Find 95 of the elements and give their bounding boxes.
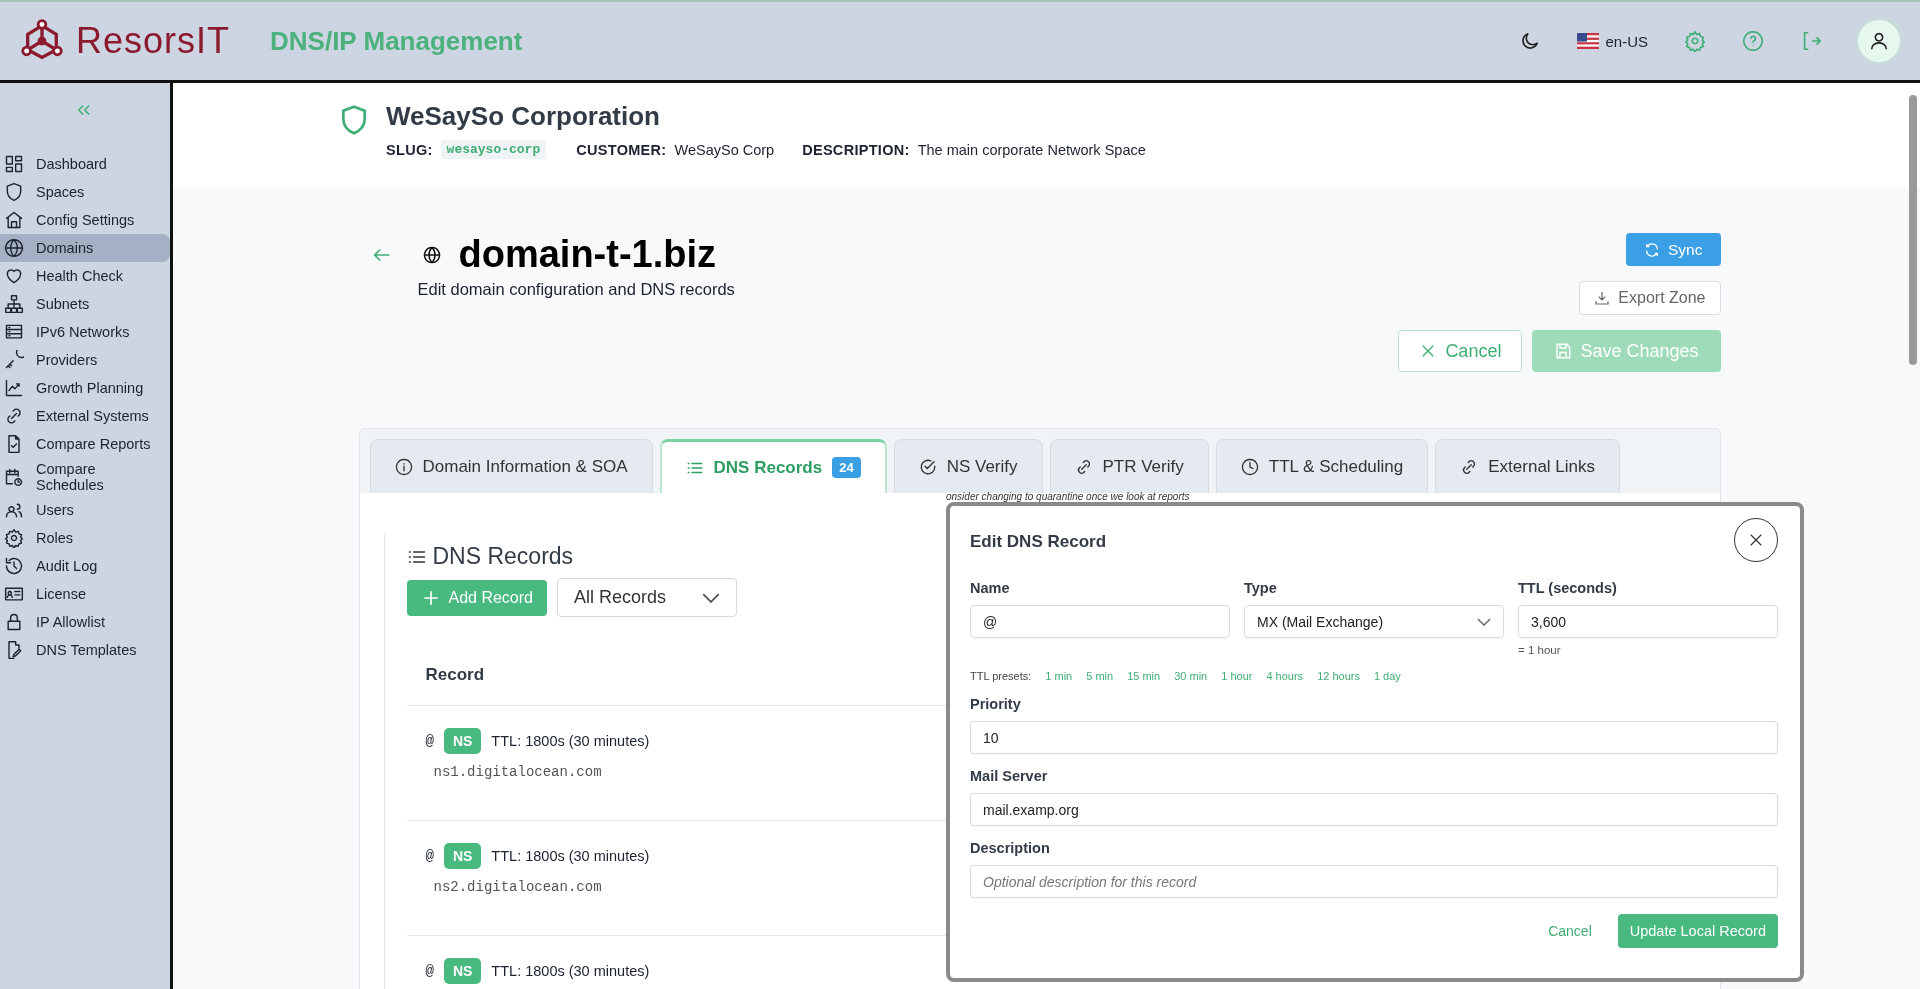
sidebar-item[interactable]: Users bbox=[0, 496, 170, 524]
ttl-hint: = 1 hour bbox=[1518, 644, 1562, 656]
settings-icon[interactable] bbox=[1684, 30, 1706, 52]
record-name: @ bbox=[425, 963, 434, 979]
lock-icon bbox=[4, 612, 24, 632]
field-label: Type bbox=[1244, 580, 1278, 596]
globe-icon bbox=[4, 238, 24, 258]
field-label: Description bbox=[970, 840, 1051, 856]
sidebar-item[interactable]: Audit Log bbox=[0, 552, 170, 580]
id-card-icon bbox=[4, 584, 24, 604]
mail-server-field[interactable]: mail.examp.org bbox=[970, 793, 1778, 826]
calendar-clock-icon bbox=[4, 467, 24, 487]
tab[interactable]: TTL & Scheduling bbox=[1215, 439, 1429, 493]
chevron-down-icon bbox=[1477, 617, 1491, 626]
language-selector[interactable]: en-US bbox=[1577, 32, 1648, 50]
domain-title: domain-t-1.biz bbox=[458, 233, 717, 276]
organization-name: WeSaySo Corporation bbox=[386, 101, 661, 132]
sidebar-item[interactable]: External Systems bbox=[0, 402, 170, 430]
users-icon bbox=[4, 500, 24, 520]
hierarchy-icon bbox=[4, 294, 24, 314]
download-icon bbox=[1594, 290, 1611, 306]
dialog-title: Edit DNS Record bbox=[970, 532, 1107, 552]
field-label: TTL (seconds) bbox=[1518, 580, 1618, 596]
field-label: Name bbox=[970, 580, 1011, 596]
sidebar-item[interactable]: Health Check bbox=[0, 262, 170, 290]
type-dropdown[interactable]: MX (Mail Exchange) bbox=[1244, 605, 1504, 638]
brand-name: ResorsIT bbox=[76, 20, 231, 62]
slug-code: wesayso-corp bbox=[440, 140, 547, 159]
record-type-badge: NS bbox=[443, 843, 482, 869]
meta-label: SLUG: bbox=[386, 141, 433, 158]
info-icon bbox=[394, 457, 413, 476]
sidebar-item[interactable]: Providers bbox=[0, 346, 170, 374]
sidebar-item[interactable]: IP Allowlist bbox=[0, 608, 170, 636]
sidebar-item[interactable]: Growth Planning bbox=[0, 374, 170, 402]
house-icon bbox=[4, 210, 24, 230]
meta-label: CUSTOMER: bbox=[576, 141, 667, 158]
count-badge: 24 bbox=[832, 457, 861, 478]
sidebar-item[interactable]: License bbox=[0, 580, 170, 608]
globe-icon bbox=[422, 245, 441, 264]
close-button[interactable] bbox=[1734, 518, 1778, 562]
clock-icon bbox=[1240, 457, 1259, 476]
record-type-badge: NS bbox=[443, 958, 482, 984]
note-text: onsider changing to quarantine once we look at reports bbox=[946, 492, 1190, 502]
name-field[interactable]: @ bbox=[970, 605, 1230, 638]
record-name: @ bbox=[425, 848, 434, 864]
sidebar-item[interactable]: Compare Schedules bbox=[0, 458, 170, 496]
tab[interactable]: PTR Verify bbox=[1049, 439, 1209, 493]
sidebar-item[interactable]: Spaces bbox=[0, 178, 170, 206]
chart-icon bbox=[4, 378, 24, 398]
user-icon bbox=[1868, 30, 1890, 52]
tab[interactable]: External Links bbox=[1435, 439, 1621, 493]
record-ttl: TTL: 1800s (30 minutes) bbox=[491, 733, 650, 749]
gear-icon bbox=[4, 528, 24, 548]
grid-icon bbox=[4, 154, 24, 174]
record-ttl: TTL: 1800s (30 minutes) bbox=[491, 963, 650, 979]
field-label: Mail Server bbox=[970, 768, 1049, 784]
record-value: ns1.digitalocean.com bbox=[433, 764, 602, 780]
app-title: DNS/IP Management bbox=[270, 25, 523, 57]
record-type-badge: NS bbox=[443, 728, 482, 754]
domain-subtitle: Edit domain configuration and DNS records bbox=[417, 280, 735, 299]
sidebar-item[interactable]: Domains bbox=[0, 234, 170, 262]
meta-value: WeSaySo Corp bbox=[674, 141, 775, 158]
sidebar-item[interactable]: Dashboard bbox=[0, 150, 170, 178]
help-icon[interactable] bbox=[1742, 30, 1764, 52]
sidebar-item[interactable]: IPv6 Networks bbox=[0, 318, 170, 346]
sidebar-item[interactable]: DNS Templates bbox=[0, 636, 170, 664]
heart-icon bbox=[4, 266, 24, 286]
sidebar-item[interactable]: Compare Reports bbox=[0, 430, 170, 458]
meta-value: The main corporate Network Space bbox=[917, 141, 1146, 158]
chevron-down-icon bbox=[702, 592, 721, 603]
flag-icon bbox=[1577, 33, 1600, 49]
ttl-field[interactable]: 3,600 bbox=[1518, 605, 1778, 638]
refresh-icon bbox=[1644, 241, 1661, 258]
save-icon bbox=[1554, 342, 1573, 360]
section-title: DNS Records bbox=[432, 543, 574, 570]
filter-dropdown[interactable]: All Records bbox=[557, 578, 738, 617]
description-field[interactable]: Optional description for this record bbox=[970, 865, 1778, 898]
history-icon bbox=[4, 556, 24, 576]
scrollbar[interactable] bbox=[1909, 95, 1917, 365]
priority-field[interactable]: 10 bbox=[970, 721, 1778, 754]
record-ttl: TTL: 1800s (30 minutes) bbox=[491, 848, 650, 864]
shield-icon bbox=[4, 182, 24, 202]
record-value: ns2.digitalocean.com bbox=[433, 879, 602, 895]
presets-label: TTL presets: bbox=[970, 670, 1032, 682]
meta-label: DESCRIPTION: bbox=[802, 141, 910, 158]
sidebar-item[interactable]: Subnets bbox=[0, 290, 170, 318]
tab[interactable]: Domain Information & SOA bbox=[369, 439, 653, 493]
record-name: @ bbox=[425, 733, 434, 749]
sidebar-item[interactable]: Roles bbox=[0, 524, 170, 552]
tab[interactable]: NS Verify bbox=[893, 439, 1043, 493]
link-icon bbox=[4, 406, 24, 426]
user-avatar[interactable] bbox=[1858, 20, 1900, 62]
sidebar-item[interactable]: Config Settings bbox=[0, 206, 170, 234]
export-zone-button[interactable]: Export Zone bbox=[1579, 281, 1721, 315]
server-icon bbox=[4, 322, 24, 342]
